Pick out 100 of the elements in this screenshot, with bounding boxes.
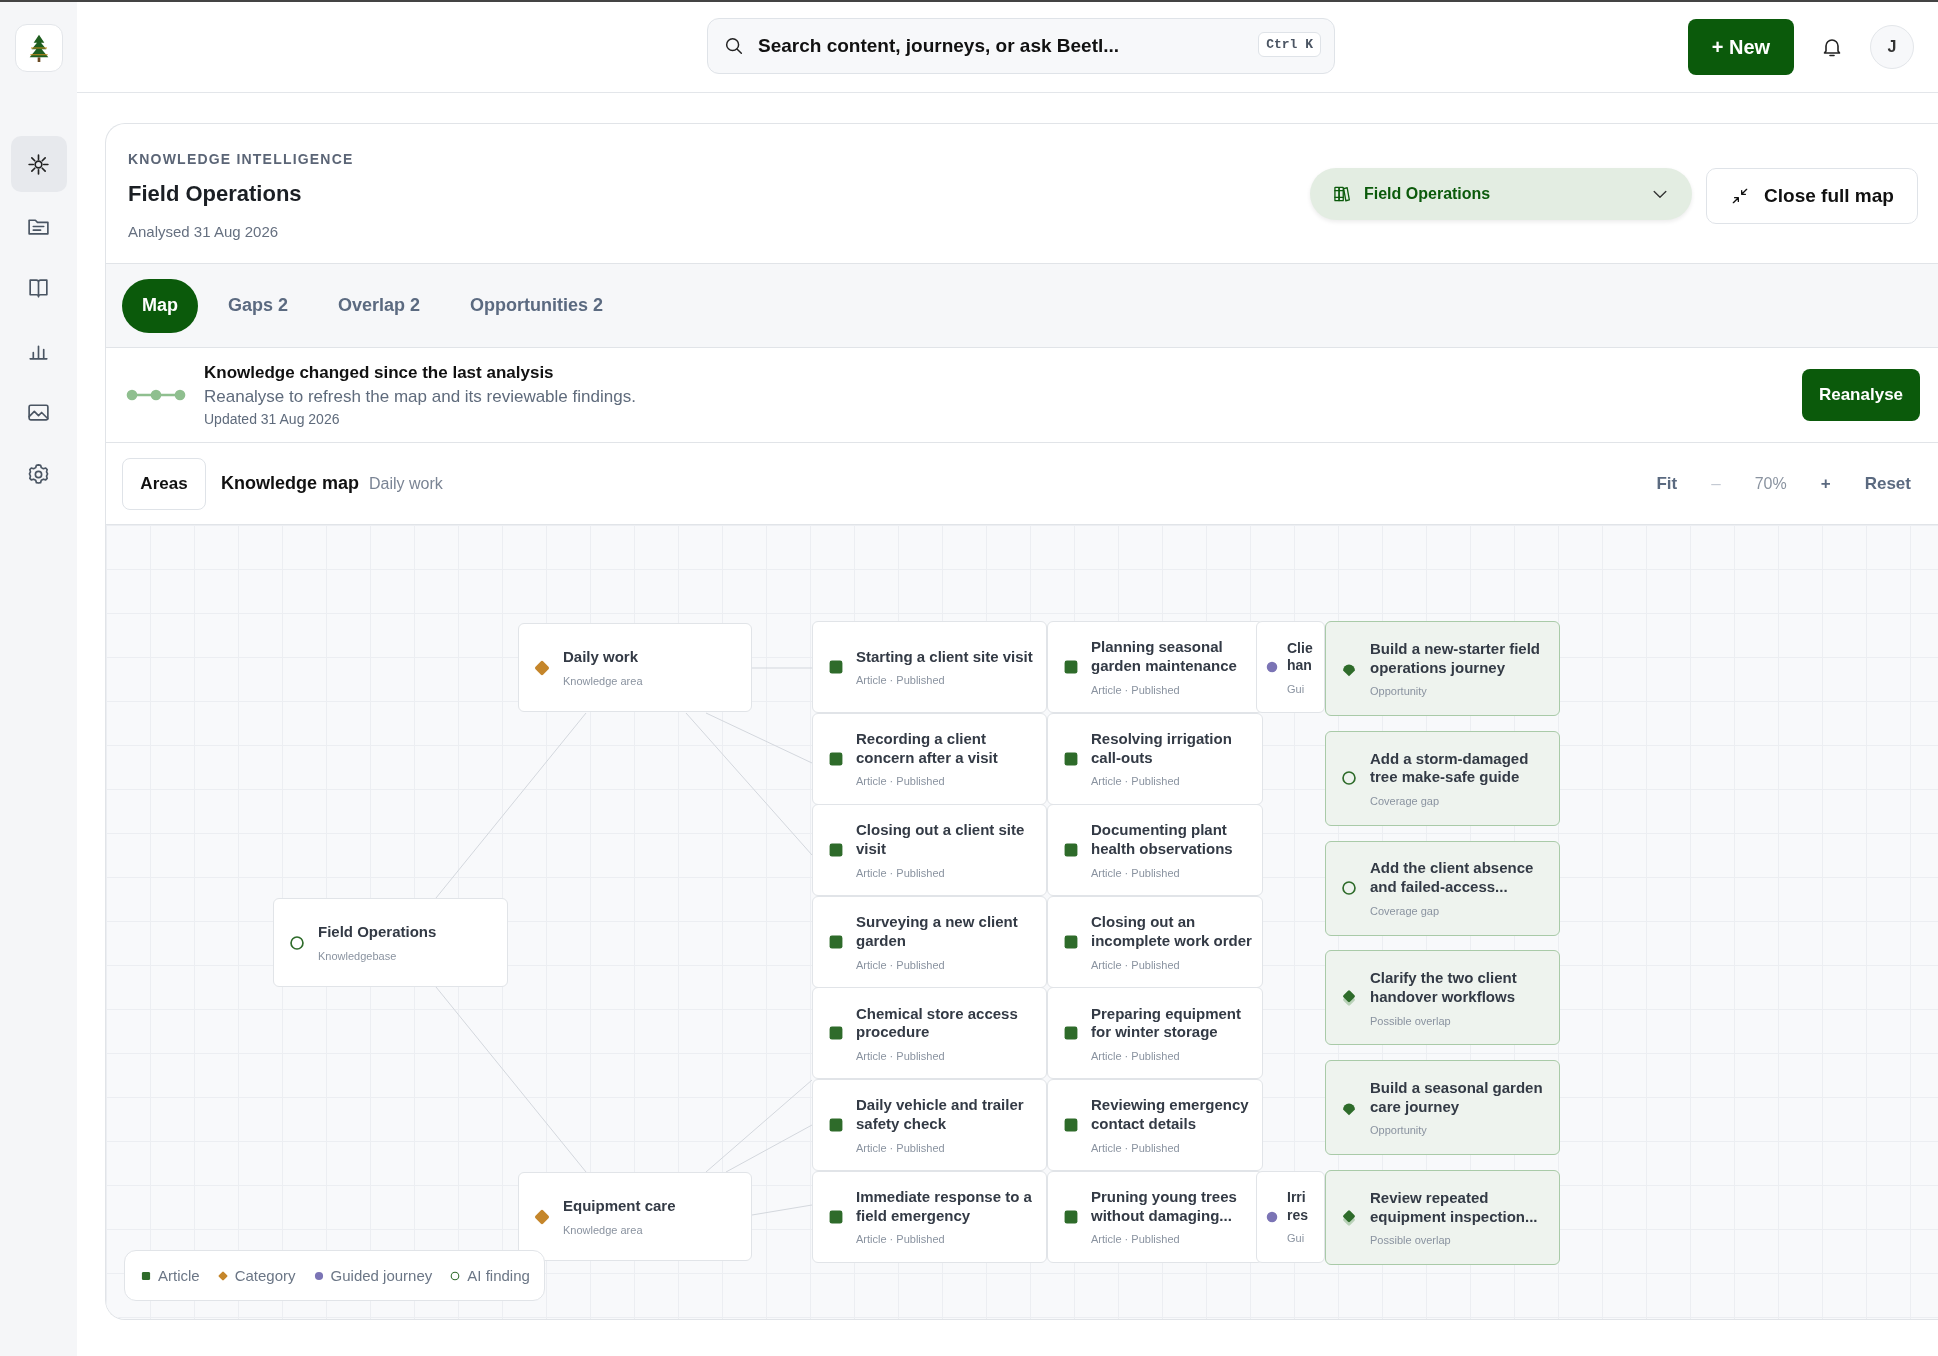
new-button[interactable]: + New: [1688, 19, 1794, 75]
node-subtitle: Article · Published: [1091, 683, 1181, 696]
node-subtitle: Article · Published: [1091, 775, 1181, 788]
finding-card[interactable]: Clarify the two client handover workflows Possible overlap: [1325, 950, 1560, 1046]
node-subtitle: Article · Published: [1091, 1141, 1181, 1154]
node-title: Recording a client concern after a visit: [856, 729, 999, 768]
node-title: Review repeated equipment inspection...: [1370, 1188, 1539, 1227]
node-title: Closing out an incomplete work order: [1091, 913, 1252, 951]
map-node[interactable]: Equipment care Knowledge area: [518, 1172, 752, 1261]
connected-dots-icon: [124, 387, 188, 403]
avatar[interactable]: J: [1870, 25, 1914, 69]
node-title: Add the client absence and failed-access...: [1370, 859, 1535, 897]
node-title: Preparing equipment for winter storage: [1091, 1004, 1243, 1043]
map-node[interactable]: Daily vehicle and trailer safety check Article · Published: [812, 1079, 1047, 1171]
map-node[interactable]: Closing out an incomplete work order Article · Published: [1047, 895, 1263, 988]
map-node[interactable]: Surveying a new client garden Article · Published: [812, 895, 1047, 988]
node-subtitle: Article · Published: [856, 1141, 946, 1154]
sparkle-icon: [26, 151, 51, 177]
map-context: Daily work: [369, 474, 443, 493]
node-title: Immediate response to a field emergency: [856, 1187, 1033, 1226]
node-subtitle: Article · Published: [856, 1050, 946, 1063]
node-title: Irri res: [1287, 1189, 1310, 1225]
map-node[interactable]: Reviewing emergency contact details Article · Published: [1047, 1079, 1263, 1171]
node-title: Pruning young trees without damaging...: [1091, 1187, 1238, 1226]
legend-label: Guided journey: [330, 1267, 433, 1284]
node-subtitle: Gui: [1287, 1232, 1306, 1245]
reset-button[interactable]: Reset: [1864, 473, 1911, 494]
close-full-map-button[interactable]: Close full map: [1706, 167, 1918, 224]
node-subtitle: Article · Published: [856, 775, 946, 788]
finding-card[interactable]: Add the client absence and failed-access... Coverage gap: [1325, 840, 1560, 936]
node-subtitle: Coverage gap: [1370, 795, 1441, 808]
areas-button[interactable]: Areas: [122, 457, 206, 510]
node-title: Reviewing emergency contact details: [1091, 1096, 1250, 1134]
settings-icon: [26, 461, 51, 487]
finding-card[interactable]: Review repeated equipment inspection... Possible overlap: [1325, 1170, 1560, 1265]
node-title: Field Operations: [318, 923, 437, 942]
node-title: Closing out a client site visit: [856, 821, 1026, 859]
map-node[interactable]: Irri res Gui: [1256, 1170, 1325, 1263]
node-subtitle: Article · Published: [1091, 958, 1181, 971]
node-subtitle: Coverage gap: [1370, 904, 1441, 917]
node-title: Build a seasonal garden care journey: [1370, 1078, 1544, 1117]
node-title: Equipment care: [563, 1197, 676, 1216]
node-subtitle: Possible overlap: [1370, 1014, 1452, 1027]
reanalyse-button[interactable]: Reanalyse: [1802, 369, 1920, 421]
node-title: Planning seasonal garden maintenance: [1091, 638, 1238, 676]
shortcut-key: Ctrl K: [1258, 32, 1321, 57]
map-node[interactable]: Resolving irrigation call-outs Article · Published: [1047, 712, 1263, 805]
map-node[interactable]: Immediate response to a field emergency Article · Published: [812, 1170, 1047, 1263]
analysed-date: Analysed 31 Aug 2026: [128, 223, 280, 240]
map-node[interactable]: Field Operations Knowledgebase: [273, 898, 508, 987]
map-node[interactable]: Clie han Gui: [1256, 621, 1325, 713]
node-subtitle: Gui: [1287, 682, 1306, 695]
node-subtitle: Article · Published: [1091, 1050, 1181, 1063]
finding-card[interactable]: Build a new-starter field operations journey Opportunity: [1325, 621, 1560, 716]
node-title: Starting a client site visit: [856, 647, 1033, 667]
node-title: Clie han: [1287, 639, 1314, 675]
tab[interactable]: Overlap 2: [318, 278, 441, 333]
node-title: Add a storm-damaged tree make-safe guide: [1370, 749, 1530, 788]
map-node[interactable]: Preparing equipment for winter storage Article · Published: [1047, 987, 1263, 1080]
map-node[interactable]: Daily work Knowledge area: [518, 623, 752, 712]
node-subtitle: Opportunity: [1370, 685, 1428, 698]
knowledgebase-dropdown[interactable]: Field Operations: [1310, 167, 1692, 220]
node-subtitle: Article · Published: [856, 866, 946, 879]
node-title: Resolving irrigation call-outs: [1091, 729, 1233, 768]
node-title: Daily vehicle and trailer safety check: [856, 1096, 1025, 1134]
nav-button[interactable]: [10, 136, 67, 192]
legend-label: AI finding: [467, 1267, 530, 1284]
finding-card[interactable]: Build a seasonal garden care journey Opportunity: [1325, 1060, 1560, 1156]
tree-logo[interactable]: [14, 24, 63, 72]
notice-message: Reanalyse to refresh the map and its reviewable findings.: [204, 387, 637, 407]
node-subtitle: Article · Published: [856, 1233, 946, 1246]
connector-line: [751, 1204, 813, 1216]
node-title: Build a new-starter field operations journey: [1370, 639, 1542, 678]
tab[interactable]: Gaps 2: [208, 278, 309, 333]
fit-button[interactable]: Fit: [1656, 473, 1678, 494]
map-node[interactable]: Closing out a client site visit Article · Published: [812, 804, 1047, 897]
legend-label: Category: [234, 1267, 296, 1284]
map-title: Knowledge map: [221, 473, 359, 494]
node-title: Documenting plant health observations: [1091, 821, 1234, 859]
node-subtitle: Article · Published: [1091, 866, 1181, 879]
node-title: Daily work: [563, 648, 640, 667]
map-node[interactable]: Chemical store access procedure Article · Published: [812, 987, 1047, 1080]
map-node[interactable]: Documenting plant health observations Article · Published: [1047, 804, 1263, 897]
node-subtitle: Knowledgebase: [318, 949, 398, 962]
node-subtitle: Opportunity: [1370, 1124, 1428, 1137]
legend-label: Article: [158, 1267, 200, 1284]
node-subtitle: Possible overlap: [1370, 1234, 1452, 1247]
node-subtitle: Article · Published: [1091, 1233, 1181, 1246]
zoom-in-button[interactable]: +: [1820, 473, 1831, 494]
node-subtitle: Article · Published: [856, 674, 946, 687]
tab[interactable]: Opportunities 2: [450, 278, 624, 333]
finding-card[interactable]: Add a storm-damaged tree make-safe guide Coverage gap: [1325, 730, 1560, 826]
zoom-level: 70%: [1754, 474, 1787, 493]
node-subtitle: Knowledge area: [563, 674, 643, 687]
page-title: Field Operations: [128, 181, 303, 207]
node-title: Surveying a new client garden: [856, 913, 1019, 951]
map-node[interactable]: Recording a client concern after a visit Article · Published: [812, 712, 1047, 805]
tab[interactable]: Map: [122, 278, 198, 333]
map-node[interactable]: Starting a client site visit Article · Published: [812, 621, 1047, 713]
section-label: KNOWLEDGE INTELLIGENCE: [128, 151, 355, 167]
